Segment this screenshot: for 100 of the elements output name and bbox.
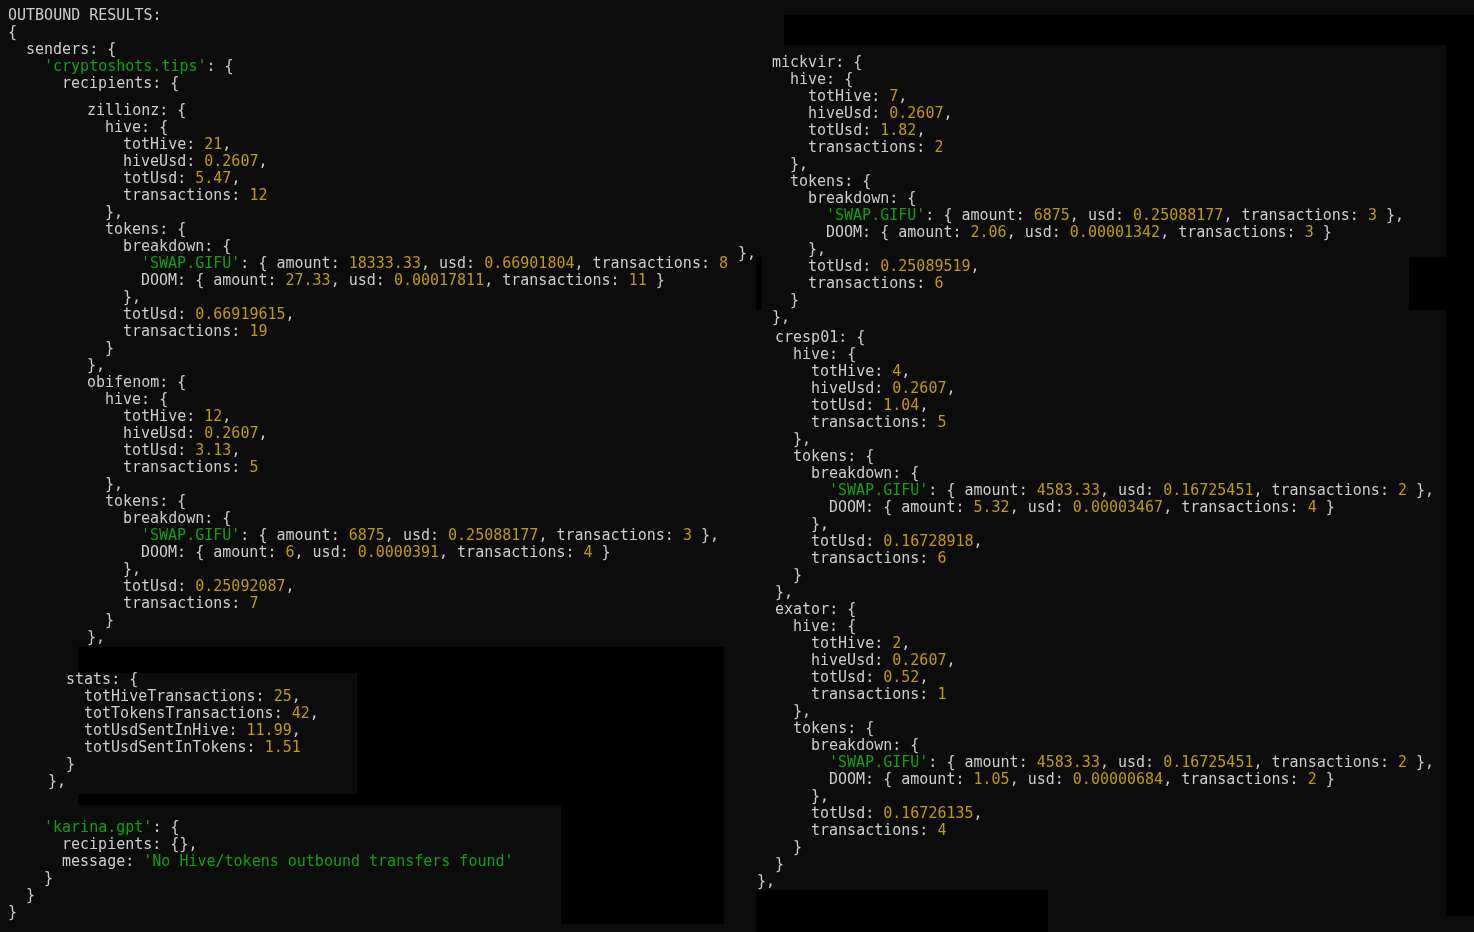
- output-line: tokens: {: [105, 220, 187, 238]
- output-line: hiveUsd: 0.2607,: [808, 104, 953, 122]
- output-line: 'SWAP.GIFU': { amount: 6875, usd: 0.25088177, transactions: 3 },: [826, 206, 1404, 224]
- output-line: {: [8, 23, 18, 41]
- output-line: totUsd: 0.16728918,: [811, 532, 983, 550]
- output-line: }: [790, 291, 800, 309]
- output-line: breakdown: {: [811, 464, 920, 482]
- output-line: },: [757, 872, 776, 890]
- output-line: DOOM: { amount: 5.32, usd: 0.00003467, transactions: 4 }: [829, 498, 1335, 516]
- output-line: totHiveTransactions: 25,: [84, 687, 301, 705]
- output-line: cresp01: {: [775, 328, 866, 346]
- output-line: },: [793, 430, 812, 448]
- output-line: },: [811, 515, 830, 533]
- output-line: hive: {: [793, 345, 857, 363]
- output-line: }: [105, 611, 115, 629]
- output-line: totUsd: 0.66919615,: [123, 305, 295, 323]
- output-line: tokens: {: [790, 172, 872, 190]
- output-line: }: [66, 755, 76, 773]
- output-line: transactions: 6: [808, 274, 944, 292]
- output-line: recipients: {},: [62, 835, 198, 853]
- output-line: hive: {: [790, 70, 854, 88]
- output-line: transactions: 5: [123, 458, 259, 476]
- output-line: totUsd: 0.25092087,: [123, 577, 295, 595]
- output-line: breakdown: {: [811, 736, 920, 754]
- output-line: }: [105, 339, 115, 357]
- output-line: totUsd: 0.16726135,: [811, 804, 983, 822]
- output-line: 'SWAP.GIFU': { amount: 4583.33, usd: 0.16725451, transactions: 2 },: [829, 753, 1435, 771]
- output-line: transactions: 19: [123, 322, 268, 340]
- output-line: }: [26, 886, 36, 904]
- output-line: }: [44, 869, 54, 887]
- output-line: totUsd: 3.13,: [123, 441, 241, 459]
- output-line: totHive: 12,: [123, 407, 232, 425]
- output-line: hiveUsd: 0.2607,: [811, 379, 956, 397]
- output-line: },: [87, 628, 106, 646]
- output-line: hiveUsd: 0.2607,: [811, 651, 956, 669]
- output-line: totUsd: 1.82,: [808, 121, 926, 139]
- output-line: }: [775, 855, 785, 873]
- output-line: transactions: 12: [123, 186, 268, 204]
- output-line: transactions: 4: [811, 821, 947, 839]
- output-line: DOOM: { amount: 27.33, usd: 0.00017811, transactions: 11 }: [141, 271, 665, 289]
- output-line: hive: {: [105, 390, 169, 408]
- output-line: mickvir: {: [772, 53, 863, 71]
- output-line: DOOM: { amount: 6, usd: 0.0000391, transactions: 4 }: [141, 543, 611, 561]
- output-line: zillionz: {: [87, 101, 187, 119]
- output-line: stats: {: [66, 670, 139, 688]
- output-line: hive: {: [105, 118, 169, 136]
- output-line: OUTBOUND RESULTS:: [8, 6, 162, 24]
- output-line: totUsd: 5.47,: [123, 169, 241, 187]
- output-line: senders: {: [26, 40, 117, 58]
- output-line: totUsdSentInTokens: 1.51: [84, 738, 301, 756]
- output-line: DOOM: { amount: 1.05, usd: 0.00000684, transactions: 2 }: [829, 770, 1335, 788]
- output-line: 'cryptoshots.tips': {: [44, 57, 234, 75]
- output-line: obifenom: {: [87, 373, 187, 391]
- output-line: },: [87, 356, 106, 374]
- output-line: transactions: 2: [808, 138, 944, 156]
- output-line: totHive: 21,: [123, 135, 232, 153]
- output-line: },: [105, 203, 124, 221]
- output-line: tokens: {: [793, 447, 875, 465]
- output-line: hiveUsd: 0.2607,: [123, 424, 268, 442]
- output-line: totHive: 2,: [811, 634, 911, 652]
- output-line: DOOM: { amount: 2.06, usd: 0.00001342, transactions: 3 }: [826, 223, 1332, 241]
- output-line: },: [811, 787, 830, 805]
- output-line: breakdown: {: [808, 189, 917, 207]
- output-line: totHive: 4,: [811, 362, 911, 380]
- output-line: },: [123, 560, 142, 578]
- output-line: },: [790, 155, 809, 173]
- output-line: hiveUsd: 0.2607,: [123, 152, 268, 170]
- output-line: },: [48, 772, 67, 790]
- output-line: tokens: {: [793, 719, 875, 737]
- output-line: },: [808, 240, 827, 258]
- output-line: totUsdSentInHive: 11.99,: [84, 721, 301, 739]
- output-line: },: [123, 288, 142, 306]
- output-line: totUsd: 0.52,: [811, 668, 929, 686]
- output-line: transactions: 1: [811, 685, 947, 703]
- output-line: breakdown: {: [123, 237, 232, 255]
- output-line: breakdown: {: [123, 509, 232, 527]
- output-line: totTokensTransactions: 42,: [84, 704, 319, 722]
- output-line: }: [793, 838, 803, 856]
- output-line: hive: {: [793, 617, 857, 635]
- output-line: totUsd: 1.04,: [811, 396, 929, 414]
- output-line: }: [8, 903, 18, 921]
- output-line: 'SWAP.GIFU': { amount: 18333.33, usd: 0.66901804, transactions: 8: [141, 254, 729, 272]
- output-line: 'karina.gpt': {: [44, 818, 180, 836]
- output-line: 'SWAP.GIFU': { amount: 4583.33, usd: 0.16725451, transactions: 2 },: [829, 481, 1435, 499]
- output-line: },: [105, 475, 124, 493]
- output-line: tokens: {: [105, 492, 187, 510]
- output-line: 'SWAP.GIFU': { amount: 6875, usd: 0.25088177, transactions: 3 },: [141, 526, 719, 544]
- output-line: transactions: 6: [811, 549, 947, 567]
- output-line: totHive: 7,: [808, 87, 908, 105]
- output-line: },: [772, 308, 791, 326]
- output-fragment: },: [738, 244, 757, 262]
- output-line: },: [793, 702, 812, 720]
- output-line: transactions: 5: [811, 413, 947, 431]
- output-line: message: 'No Hive/tokens outbound transfers found': [62, 852, 514, 870]
- output-line: recipients: {: [62, 74, 180, 92]
- output-line: exator: {: [775, 600, 857, 618]
- output-line: totUsd: 0.25089519,: [808, 257, 980, 275]
- output-line: },: [775, 583, 794, 601]
- output-line: }: [793, 566, 803, 584]
- output-line: transactions: 7: [123, 594, 259, 612]
